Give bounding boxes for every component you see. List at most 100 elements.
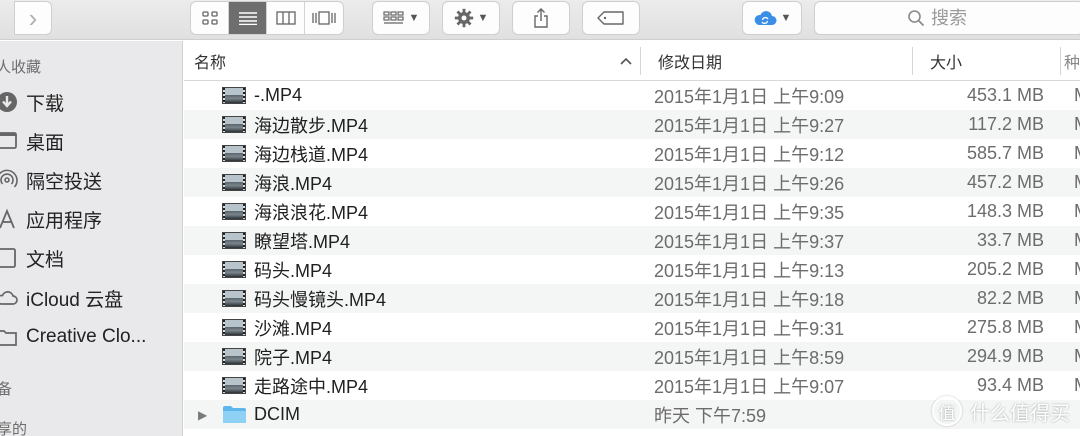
sidebar-item-label: 隔空投送 (26, 171, 103, 193)
file-rows: -.MP4 2015年1月1日 上午9:09 453.1 MB M 海边散步.M… (184, 81, 1080, 436)
file-name: 码头.MP4 (254, 260, 333, 281)
sidebar-section-devices: 备 (0, 381, 13, 398)
column-date-label: 修改日期 (658, 55, 723, 72)
disclosure-triangle-icon[interactable]: ▶ (198, 408, 207, 422)
file-row[interactable]: 海边栈道.MP4 2015年1月1日 上午9:12 585.7 MB M (184, 139, 1080, 168)
file-kind: M (1074, 230, 1080, 251)
tag-button[interactable] (582, 1, 640, 35)
sidebar-item-applications[interactable]: 应用程序 (0, 202, 183, 236)
column-view-button[interactable] (267, 2, 305, 34)
file-list: 名称 修改日期 大小 种 -.MP4 2015年1月1日 上午9:09 453.… (184, 41, 1080, 436)
sidebar-item-label: 下载 (26, 93, 65, 115)
file-kind: M (1074, 143, 1080, 164)
file-name: 码头慢镜头.MP4 (254, 289, 387, 310)
file-kind: M (1074, 172, 1080, 193)
file-row[interactable]: 海边散步.MP4 2015年1月1日 上午9:27 117.2 MB M (184, 110, 1080, 139)
file-kind: M (1074, 375, 1080, 396)
video-thumbnail-icon (222, 145, 246, 162)
sidebar-item-label: 文档 (26, 249, 65, 271)
file-name: 院子.MP4 (254, 347, 333, 368)
column-divider[interactable] (640, 47, 641, 75)
coverflow-view-button[interactable] (305, 2, 343, 34)
forward-button[interactable]: › (14, 1, 52, 35)
arrange-button[interactable]: ▼ (372, 1, 430, 35)
file-size: 275.8 MB (966, 317, 1044, 337)
file-date: 2015年1月1日 上午9:07 (654, 376, 845, 397)
file-row[interactable]: 海浪.MP4 2015年1月1日 上午9:26 457.2 MB M (184, 168, 1080, 197)
gear-icon (454, 8, 473, 28)
file-size: 453.1 MB (966, 85, 1044, 105)
file-row[interactable]: 码头.MP4 2015年1月1日 上午9:13 205.2 MB M (184, 255, 1080, 284)
file-name: 海边栈道.MP4 (254, 144, 369, 165)
video-thumbnail-icon (222, 116, 246, 133)
file-kind: M (1074, 114, 1080, 135)
file-row[interactable]: 码头慢镜头.MP4 2015年1月1日 上午9:18 82.2 MB M (184, 284, 1080, 313)
icloud-sync-button[interactable]: ▼ (742, 1, 802, 35)
grid-icon (201, 11, 218, 25)
file-row[interactable]: -.MP4 2015年1月1日 上午9:09 453.1 MB M (184, 81, 1080, 110)
icloud-icon (0, 287, 18, 309)
sidebar-item-label: 应用程序 (26, 210, 103, 232)
action-menu-button[interactable]: ▼ (442, 1, 500, 35)
column-size-header[interactable]: 大小 (920, 41, 1060, 81)
column-size-label: 大小 (930, 55, 963, 72)
video-thumbnail-icon (222, 261, 246, 278)
file-name: 瞭望塔.MP4 (254, 231, 351, 252)
column-kind-header[interactable]: 种 (1064, 41, 1080, 81)
chevron-down-icon: ▼ (477, 12, 489, 24)
sidebar-item-label: 桌面 (26, 132, 65, 154)
watermark-text: 什么值得买 (970, 402, 1070, 425)
column-header: 名称 修改日期 大小 种 (184, 41, 1080, 81)
file-date: 2015年1月1日 上午9:09 (654, 86, 845, 107)
icon-view-button[interactable] (191, 2, 229, 34)
applications-icon (0, 208, 18, 230)
icloud-sync-icon (754, 11, 777, 25)
file-date: 2015年1月1日 上午9:12 (654, 144, 845, 165)
file-row[interactable]: 院子.MP4 2015年1月1日 上午8:59 294.9 MB M (184, 342, 1080, 371)
folder-name: DCIM (254, 404, 300, 424)
file-date: 2015年1月1日 上午9:31 (654, 318, 845, 339)
column-date-header[interactable]: 修改日期 (648, 41, 912, 81)
file-date: 2015年1月1日 上午9:26 (654, 173, 845, 194)
search-icon (908, 10, 925, 27)
sidebar-item-icloud[interactable]: iCloud 云盘 (0, 281, 183, 315)
column-kind-label: 种 (1064, 55, 1080, 72)
video-thumbnail-icon (222, 87, 246, 104)
search-input[interactable] (931, 7, 991, 29)
column-divider[interactable] (912, 47, 913, 75)
file-name: -.MP4 (254, 85, 303, 105)
file-name: 走路途中.MP4 (254, 376, 369, 397)
sidebar-item-creative-cloud[interactable]: Creative Clo... (0, 320, 183, 354)
video-thumbnail-icon (222, 203, 246, 220)
share-button[interactable] (512, 1, 570, 35)
column-divider[interactable] (1060, 47, 1061, 75)
sidebar-item-downloads[interactable]: 下载 (0, 85, 183, 119)
file-size: 82.2 MB (976, 288, 1044, 308)
watermark: 值 什么值得买 (932, 396, 1070, 426)
list-icon (238, 12, 257, 25)
desktop-icon (0, 130, 18, 152)
video-thumbnail-icon (222, 290, 246, 307)
file-row[interactable]: 沙滩.MP4 2015年1月1日 上午9:31 275.8 MB M (184, 313, 1080, 342)
sidebar-item-label: Creative Clo... (26, 326, 147, 347)
sidebar-item-documents[interactable]: 文档 (0, 241, 183, 275)
video-thumbnail-icon (222, 319, 246, 336)
video-thumbnail-icon (222, 348, 246, 365)
file-row[interactable]: 海浪浪花.MP4 2015年1月1日 上午9:35 148.3 MB M (184, 197, 1080, 226)
video-thumbnail-icon (222, 377, 246, 394)
list-view-button[interactable] (229, 2, 267, 34)
file-row[interactable]: 瞭望塔.MP4 2015年1月1日 上午9:37 33.7 MB M (184, 226, 1080, 255)
file-kind: M (1074, 85, 1080, 106)
file-size: 585.7 MB (966, 143, 1044, 163)
chevron-right-icon: › (28, 2, 38, 33)
documents-icon (0, 247, 18, 269)
sidebar-item-desktop[interactable]: 桌面 (0, 124, 183, 158)
airdrop-icon (0, 169, 18, 191)
column-name-header[interactable]: 名称 (184, 41, 640, 81)
file-size: 33.7 MB (976, 230, 1044, 250)
file-kind: M (1074, 259, 1080, 280)
search-field[interactable] (814, 1, 1080, 35)
sidebar-item-airdrop[interactable]: 隔空投送 (0, 163, 183, 197)
file-size: 148.3 MB (966, 201, 1044, 221)
file-kind: M (1074, 288, 1080, 309)
